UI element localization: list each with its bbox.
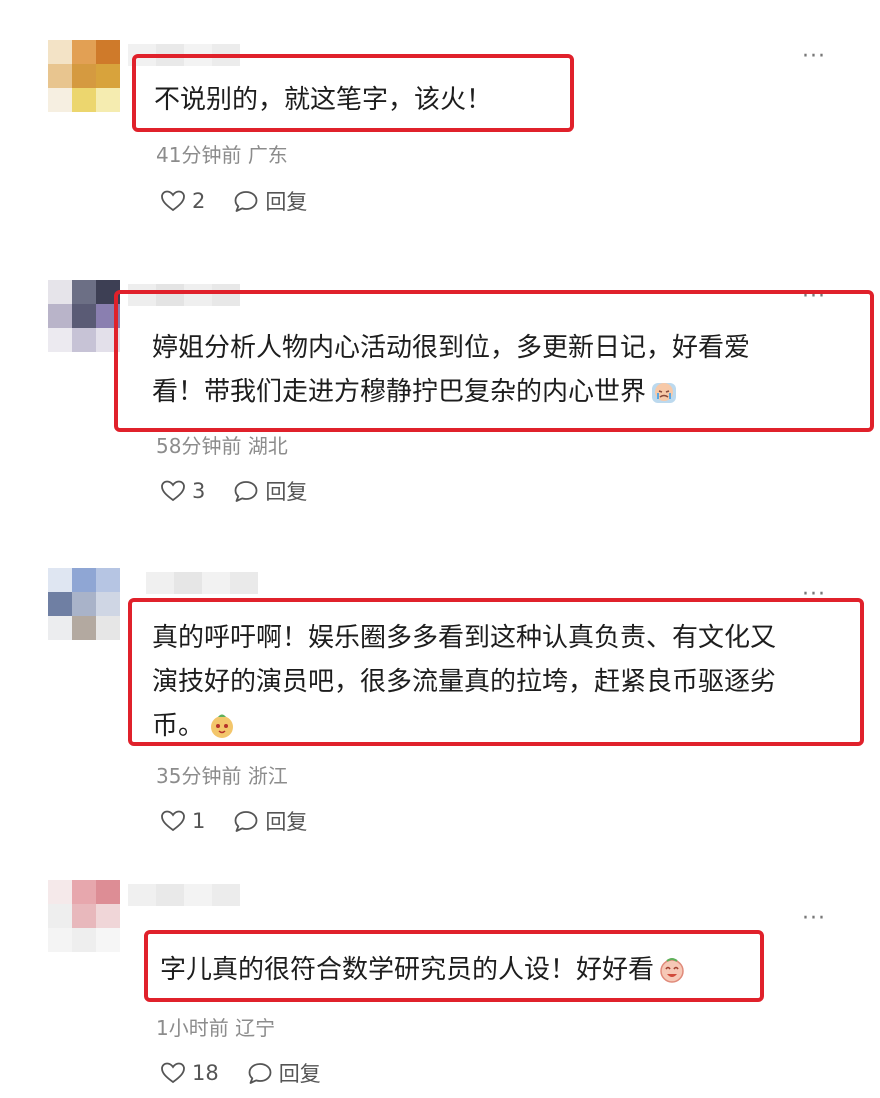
avatar-pixel	[96, 88, 120, 112]
like-button[interactable]: 18	[160, 1061, 219, 1085]
avatar[interactable]	[48, 568, 120, 640]
avatar-pixel	[96, 616, 120, 640]
avatar-pixel	[48, 64, 72, 88]
comment-text: 婷姐分析人物内心活动很到位，多更新日记，好看爱 看！带我们走进方穆静拧巴复杂的内…	[152, 333, 751, 407]
avatar-pixel	[48, 592, 72, 616]
avatar-pixel	[48, 328, 72, 352]
avatar-pixel	[48, 40, 72, 64]
reply-label: 回复	[265, 480, 308, 504]
heart-icon	[161, 480, 185, 502]
like-count: 3	[192, 479, 206, 503]
avatar-pixel	[72, 88, 96, 112]
comment-time: 41分钟前	[156, 143, 242, 167]
avatar-pixel	[72, 328, 96, 352]
avatar-pixel	[72, 280, 96, 304]
avatar-pixel	[96, 928, 120, 952]
comment-location: 广东	[247, 143, 288, 167]
avatar-pixel	[96, 64, 120, 88]
username-pixel	[184, 884, 212, 906]
heart-icon	[161, 810, 185, 832]
like-count: 18	[192, 1061, 219, 1085]
comment-time: 1小时前	[156, 1016, 229, 1040]
reply-button[interactable]: 回复	[247, 1058, 321, 1088]
avatar-pixel	[48, 616, 72, 640]
heart-icon	[161, 190, 185, 212]
avatar[interactable]	[48, 880, 120, 952]
avatar-pixel	[48, 88, 72, 112]
speech-bubble-icon	[234, 191, 258, 212]
comment-text: 字儿真的很符合数学研究员的人设！好好看	[160, 948, 686, 992]
comment-location: 湖北	[247, 434, 288, 458]
avatar[interactable]	[48, 40, 120, 112]
comment-actions: 18 回复	[160, 1058, 321, 1088]
comment-location: 辽宁	[235, 1016, 276, 1040]
reply-label: 回复	[265, 190, 308, 214]
laughing-face-emoji	[660, 958, 684, 983]
comment-meta: 35分钟前 浙江	[156, 760, 288, 789]
username-pixel	[212, 884, 240, 906]
avatar-pixel	[72, 928, 96, 952]
avatar-pixel	[96, 40, 120, 64]
avatar-pixel	[48, 568, 72, 592]
username-pixel	[156, 884, 184, 906]
reply-button[interactable]: 回复	[233, 806, 307, 836]
reply-button[interactable]: 回复	[233, 186, 307, 216]
avatar-pixel	[48, 280, 72, 304]
avatar-pixel	[96, 880, 120, 904]
like-button[interactable]: 2	[160, 189, 205, 213]
like-button[interactable]: 1	[160, 809, 205, 833]
avatar-pixel	[48, 304, 72, 328]
more-options-icon[interactable]: ···	[802, 908, 826, 930]
username-pixel	[174, 572, 202, 594]
avatar-pixel	[48, 928, 72, 952]
speech-bubble-icon	[248, 1063, 272, 1084]
heart-icon	[161, 1062, 185, 1084]
avatar-pixel	[72, 64, 96, 88]
avatar-pixel	[72, 568, 96, 592]
username-pixel	[146, 572, 174, 594]
avatar-pixel	[96, 904, 120, 928]
like-button[interactable]: 3	[160, 479, 205, 503]
comment-actions: 1 回复	[160, 806, 307, 836]
comment-text: 真的呼吁啊！娱乐圈多多看到这种认真负责、有文化又 演技好的演员吧，很多流量真的拉…	[152, 623, 777, 741]
comment-meta: 41分钟前 广东	[156, 139, 288, 168]
crying-face-emoji	[652, 383, 677, 403]
more-options-icon[interactable]: ···	[802, 46, 826, 68]
avatar-pixel	[96, 592, 120, 616]
username-blurred[interactable]	[128, 884, 240, 906]
like-count: 2	[192, 189, 206, 213]
speech-bubble-icon	[234, 481, 258, 502]
comment-actions: 2 回复	[160, 186, 307, 216]
avatar-pixel	[72, 592, 96, 616]
avatar-pixel	[72, 304, 96, 328]
avatar-pixel	[72, 904, 96, 928]
comment-time: 58分钟前	[156, 434, 242, 458]
comment-text: 不说别的，就这笔字，该火！	[154, 85, 493, 115]
like-count: 1	[192, 809, 206, 833]
username-pixel	[128, 884, 156, 906]
reply-label: 回复	[278, 1062, 321, 1086]
cute-face-emoji	[211, 714, 234, 738]
avatar-pixel	[48, 880, 72, 904]
comment-time: 35分钟前	[156, 764, 242, 788]
avatar-pixel	[48, 904, 72, 928]
username-pixel	[230, 572, 258, 594]
avatar-pixel	[72, 616, 96, 640]
username-pixel	[202, 572, 230, 594]
avatar[interactable]	[48, 280, 120, 352]
avatar-pixel	[72, 40, 96, 64]
comment-meta: 58分钟前 湖北	[156, 430, 288, 459]
avatar-pixel	[72, 880, 96, 904]
reply-label: 回复	[265, 810, 308, 834]
username-blurred[interactable]	[146, 572, 258, 594]
comment-location: 浙江	[247, 764, 288, 788]
speech-bubble-icon	[234, 811, 258, 832]
comment-meta: 1小时前 辽宁	[156, 1012, 275, 1041]
comment-actions: 3 回复	[160, 476, 307, 506]
reply-button[interactable]: 回复	[233, 476, 307, 506]
avatar-pixel	[96, 568, 120, 592]
